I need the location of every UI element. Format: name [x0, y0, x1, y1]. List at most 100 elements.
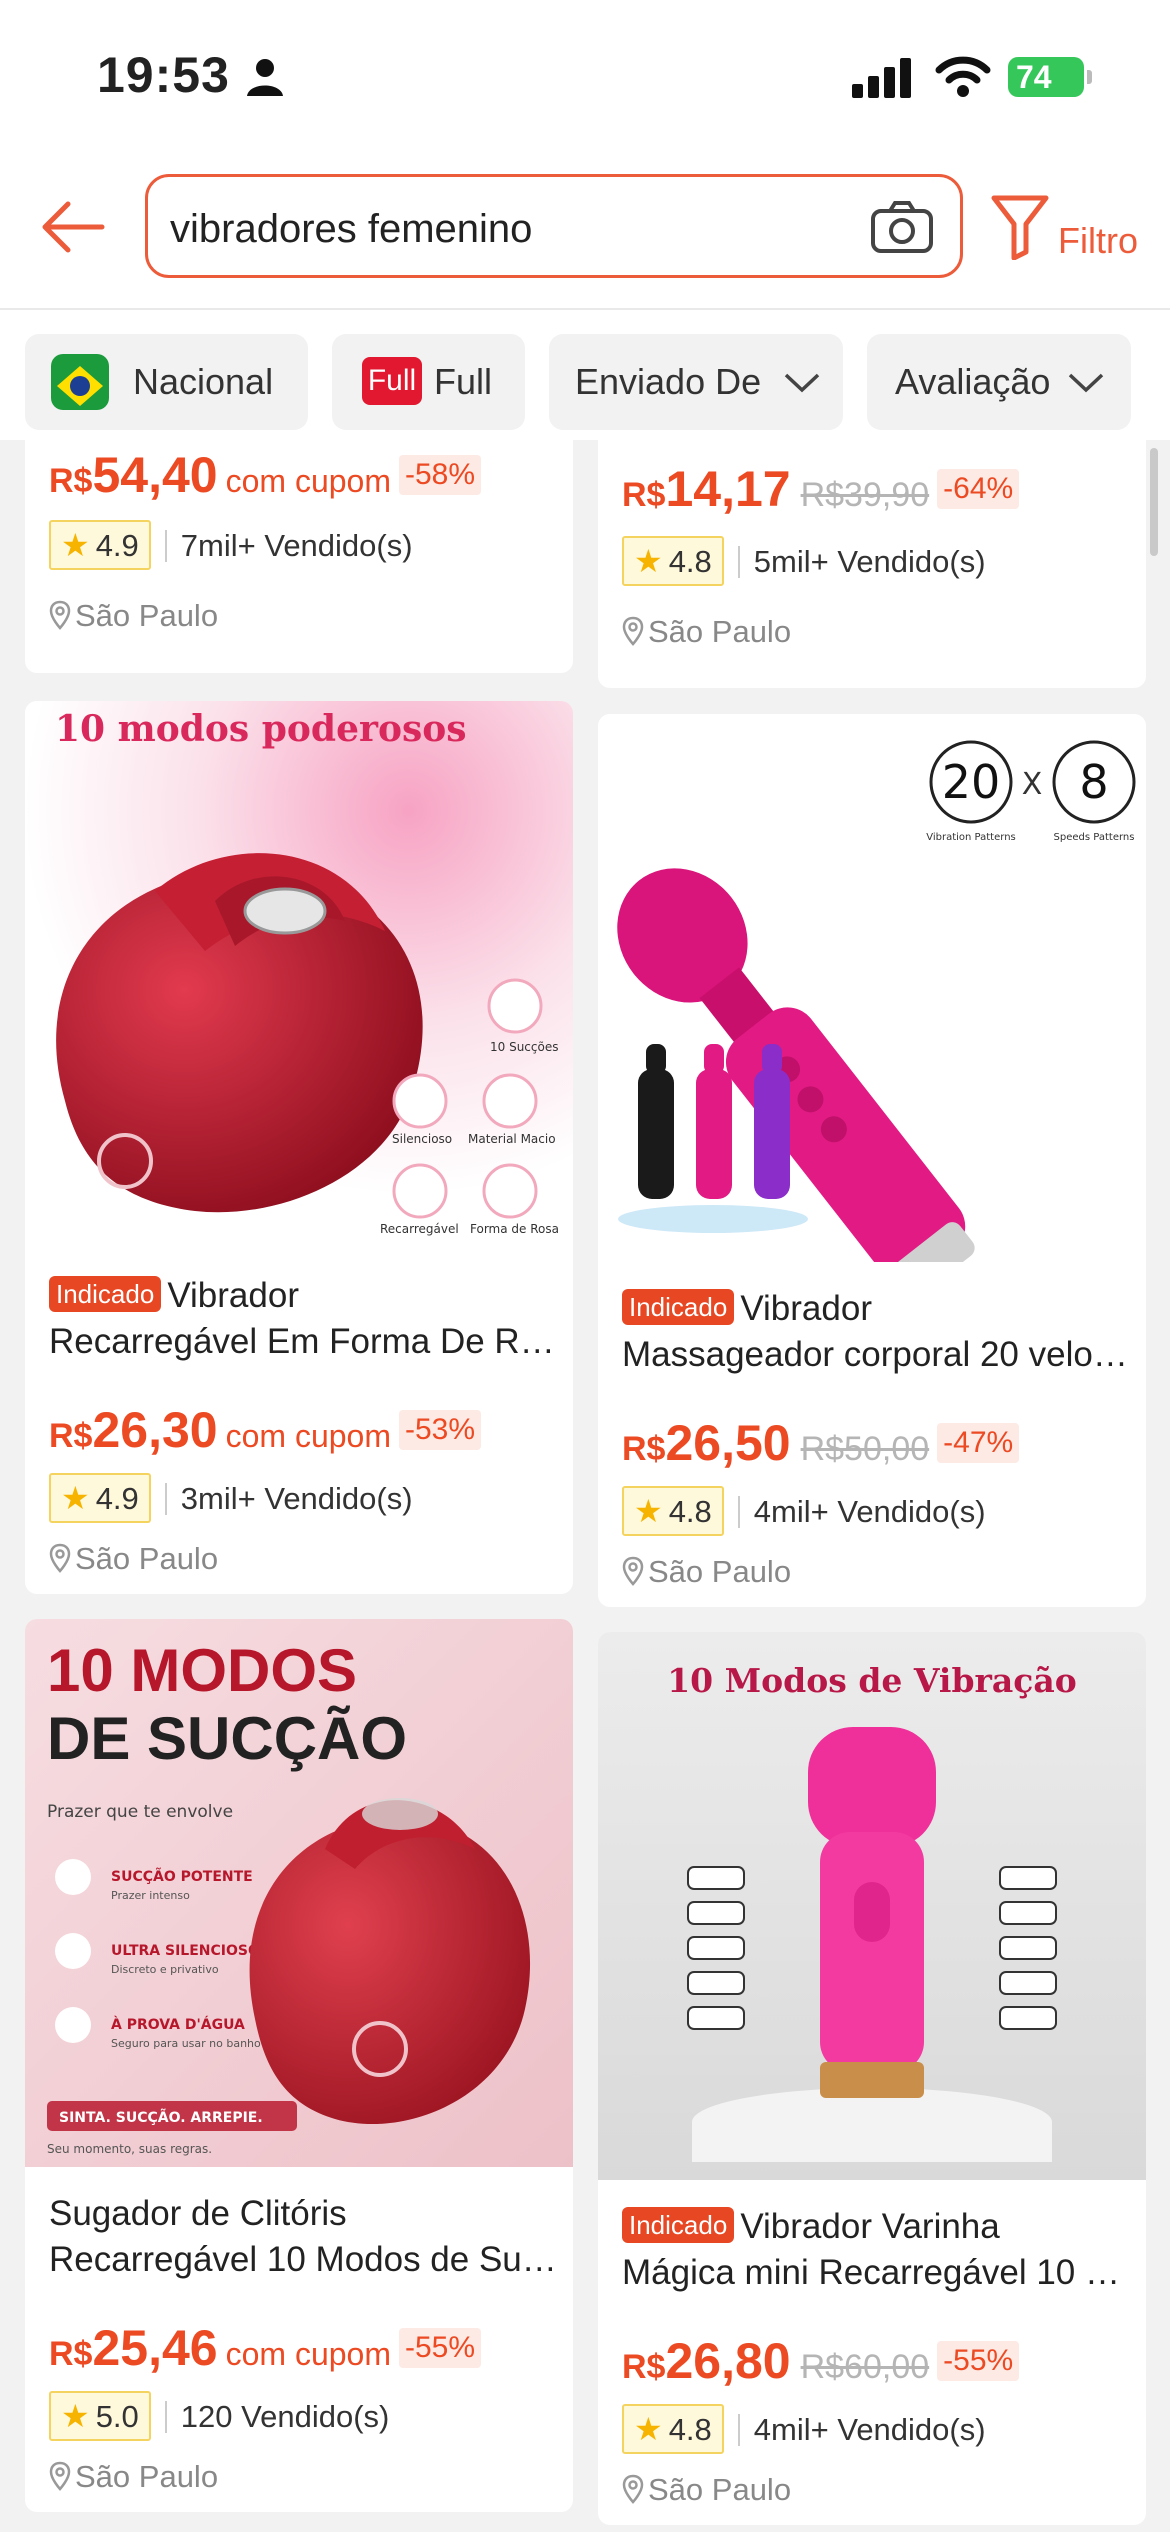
filter-label: Filtro	[1058, 220, 1138, 261]
svg-text:Forma de Rosa: Forma de Rosa	[470, 1222, 559, 1236]
svg-text:10 modos poderosos: 10 modos poderosos	[55, 708, 467, 750]
price-row: R$26,80 R$60,00 -55%	[622, 2332, 1020, 2390]
search-query-text: vibradores femenino	[170, 207, 533, 251]
discount-badge: -64%	[937, 469, 1020, 509]
product-card[interactable]: 20 X 8 Vibration Patterns Speeds Pattern…	[598, 714, 1146, 1607]
coupon-label: com cupom	[225, 2336, 391, 2372]
price: 26,30	[92, 1402, 218, 1458]
location-pin-icon	[622, 2474, 644, 2504]
person-icon	[247, 59, 283, 96]
product-image[interactable]: 10 Modos de Vibração	[598, 1632, 1146, 2180]
chip-nacional[interactable]: Nacional	[25, 334, 308, 430]
sold-count: 5mil+ Vendido(s)	[753, 544, 986, 579]
product-card[interactable]: 10 MODOS DE SUCÇÃO Prazer que te envolve…	[25, 1619, 573, 2512]
rating-row: ★ 4.9 3mil+ Vendido(s)	[49, 1473, 413, 1525]
star-icon: ★	[634, 1493, 663, 1529]
battery-cap	[1087, 70, 1092, 84]
rating-badge: ★ 4.9	[49, 520, 151, 570]
chip-enviado-de[interactable]: Enviado De	[549, 334, 843, 430]
rating-badge: ★ 4.8	[622, 536, 724, 586]
svg-text:Vibration Patterns: Vibration Patterns	[926, 832, 1016, 843]
star-icon: ★	[634, 2411, 663, 2447]
svg-text:20: 20	[942, 755, 1001, 809]
product-image[interactable]: 20 X 8 Vibration Patterns Speeds Pattern…	[598, 714, 1146, 1262]
star-icon: ★	[61, 1480, 90, 1516]
full-badge: Full	[362, 357, 422, 405]
product-title[interactable]: Indicado Vibrador Recarregável Em Forma D…	[49, 1273, 559, 1365]
search-input[interactable]: vibradores femenino	[145, 174, 963, 278]
search-header: vibradores femenino Filtro	[0, 150, 1170, 310]
rating-row: ★ 4.8 4mil+ Vendido(s)	[622, 1486, 986, 1538]
status-time: 19:53	[97, 47, 230, 103]
discount-badge: -47%	[937, 1423, 1020, 1463]
rating-badge: ★ 4.8	[622, 1486, 724, 1536]
svg-text:Prazer que te envolve: Prazer que te envolve	[47, 1802, 233, 1822]
funnel-icon	[991, 195, 1049, 260]
wifi-icon	[935, 56, 991, 97]
chevron-down-icon	[784, 373, 820, 393]
svg-text:ULTRA SILENCIOSO: ULTRA SILENCIOSO	[111, 1943, 260, 1959]
back-arrow-icon[interactable]	[38, 192, 108, 262]
location-pin-icon	[622, 1556, 644, 1586]
price: 25,46	[92, 2320, 218, 2376]
price-row: R$54,40 com cupom -58%	[49, 446, 482, 504]
product-title[interactable]: Sugador de Clitóris Recarregável 10 Modo…	[49, 2191, 559, 2283]
signal-icon	[852, 58, 911, 98]
product-card[interactable]: R$54,40 com cupom -58% ★ 4.9 7mil+ Vendido(s…	[25, 440, 573, 673]
rating-row: ★ 4.8 4mil+ Vendido(s)	[622, 2404, 986, 2456]
product-image[interactable]: 10 modos poderosos 10 Sucções Silencioso…	[25, 701, 573, 1249]
star-icon: ★	[61, 527, 90, 563]
svg-text:Seu momento, suas regras.: Seu momento, suas regras.	[47, 2142, 212, 2156]
product-card[interactable]: 10 modos poderosos 10 Sucções Silencioso…	[25, 701, 573, 1594]
product-feed[interactable]: R$54,40 com cupom -58% ★ 4.9 7mil+ Vendido(s…	[0, 440, 1170, 2532]
chip-full[interactable]: Full Full	[332, 334, 525, 430]
product-card[interactable]: 10 Modos de Vibração Indicado Vibrador V…	[598, 1632, 1146, 2525]
svg-text:8: 8	[1079, 755, 1108, 809]
location-pin-icon	[622, 616, 644, 646]
discount-badge: -55%	[398, 2328, 482, 2368]
discount-badge: -53%	[398, 1410, 482, 1450]
price: 26,80	[665, 2333, 791, 2389]
svg-text:Prazer intenso: Prazer intenso	[111, 1889, 190, 1902]
rating-badge: ★ 4.8	[622, 2404, 724, 2454]
product-title[interactable]: Indicado Vibrador Varinha Mágica mini Rec…	[622, 2204, 1132, 2296]
price-row: R$25,46 com cupom -55%	[49, 2319, 482, 2377]
discount-badge: -55%	[937, 2341, 1020, 2381]
location-row: São Paulo	[49, 598, 218, 634]
svg-text:Recarregável: Recarregável	[380, 1222, 459, 1236]
svg-text:À PROVA D'ÁGUA: À PROVA D'ÁGUA	[111, 2016, 245, 2033]
svg-text:Material Macio: Material Macio	[468, 1132, 556, 1146]
sold-count: 3mil+ Vendido(s)	[180, 1481, 413, 1516]
svg-text:Speeds Patterns: Speeds Patterns	[1054, 832, 1135, 843]
svg-text:Discreto e privativo: Discreto e privativo	[111, 1963, 219, 1976]
star-icon: ★	[61, 2398, 90, 2434]
price: 54,40	[92, 447, 218, 503]
old-price: R$50,00	[800, 1430, 930, 1468]
old-price: R$39,90	[800, 476, 930, 514]
coupon-label: com cupom	[225, 1418, 391, 1454]
location-row: São Paulo	[622, 2472, 791, 2508]
indicado-badge: Indicado	[622, 1289, 735, 1325]
camera-icon[interactable]	[870, 199, 934, 255]
sold-count: 4mil+ Vendido(s)	[753, 2412, 986, 2447]
chevron-down-icon	[1068, 373, 1104, 393]
location-pin-icon	[49, 1543, 71, 1573]
filter-button[interactable]: Filtro	[990, 190, 1160, 270]
sold-count: 4mil+ Vendido(s)	[753, 1494, 986, 1529]
price: 14,17	[665, 461, 791, 517]
chip-avaliacao[interactable]: Avaliação	[867, 334, 1131, 430]
svg-text:SUCÇÃO POTENTE: SUCÇÃO POTENTE	[111, 1868, 253, 1885]
scrollbar[interactable]	[1150, 448, 1158, 556]
product-title[interactable]: Indicado Vibrador Massageador corporal 20…	[622, 1286, 1132, 1378]
svg-text:10 Modos de Vibração: 10 Modos de Vibração	[667, 1661, 1077, 1700]
chip-avaliacao-label: Avaliação	[895, 361, 1051, 402]
svg-text:DE SUCÇÃO: DE SUCÇÃO	[47, 1705, 407, 1772]
battery-indicator: 74	[1008, 57, 1084, 97]
location-row: São Paulo	[49, 2459, 218, 2495]
product-card[interactable]: R$14,17 R$39,90 -64% ★ 4.8 5mil+ Vendido(s) …	[598, 440, 1146, 688]
svg-text:X: X	[1022, 767, 1043, 802]
location-pin-icon	[49, 600, 71, 630]
discount-badge: -58%	[398, 455, 482, 495]
product-image[interactable]: 10 MODOS DE SUCÇÃO Prazer que te envolve…	[25, 1619, 573, 2167]
rating-row: ★ 5.0 120 Vendido(s)	[49, 2391, 389, 2443]
